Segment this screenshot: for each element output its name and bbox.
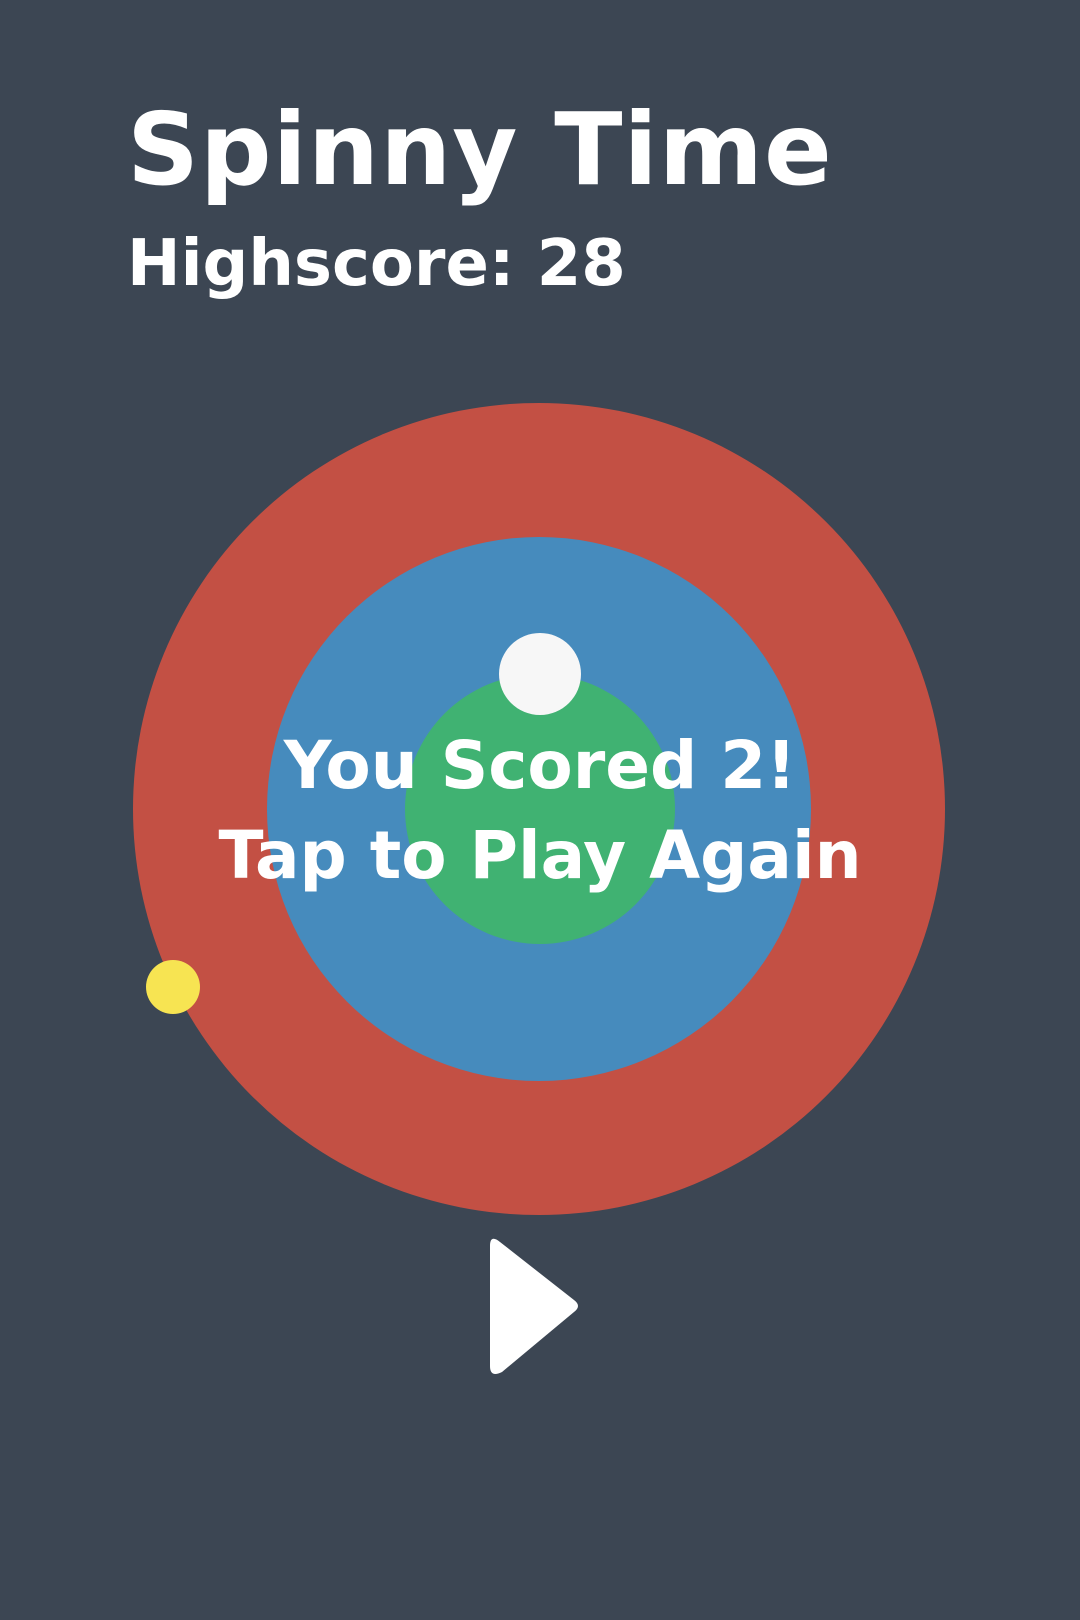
play-button[interactable] bbox=[486, 1236, 586, 1376]
yellow-ball bbox=[146, 960, 200, 1014]
spinner-board[interactable] bbox=[0, 0, 1080, 1620]
white-ball bbox=[499, 633, 581, 715]
game-screen[interactable]: Spinny Time Highscore: 28 You Scored 2! … bbox=[0, 0, 1080, 1620]
play-again-prompt[interactable]: Tap to Play Again bbox=[0, 823, 1080, 889]
score-message: You Scored 2! bbox=[283, 727, 797, 804]
play-icon bbox=[490, 1238, 578, 1374]
